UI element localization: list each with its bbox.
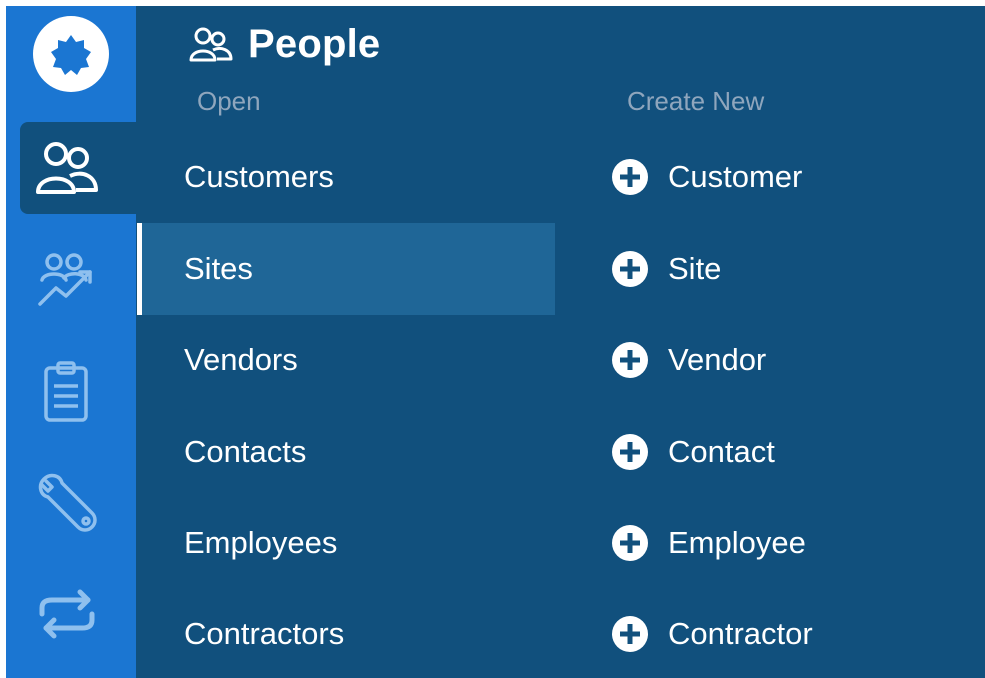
create-customer-label: Customer: [668, 159, 803, 194]
panel-header: People: [188, 22, 380, 67]
open-item-customers[interactable]: Customers: [137, 131, 555, 223]
create-employee-label: Employee: [668, 525, 806, 560]
open-item-employees[interactable]: Employees: [137, 497, 555, 589]
people-icon: [189, 27, 233, 61]
gear-logo-icon: [51, 35, 91, 75]
clipboard-icon: [44, 361, 88, 422]
open-item-sites[interactable]: Sites: [137, 223, 555, 315]
create-site-button[interactable]: Site: [612, 223, 721, 315]
people-chart-icon: [38, 253, 92, 306]
nav-rail: [6, 6, 144, 678]
create-site-label: Site: [668, 251, 722, 286]
create-contractor-label: Contractor: [668, 616, 813, 651]
app-logo[interactable]: [33, 16, 109, 92]
sync-icon: [39, 589, 95, 639]
create-contact-label: Contact: [668, 434, 775, 469]
create-new-heading: Create New: [627, 86, 765, 116]
plus-circle-icon: [612, 616, 648, 652]
nav-item-people-chart[interactable]: [20, 234, 138, 326]
panel-title: People: [248, 22, 381, 66]
open-item-contractors[interactable]: Contractors: [137, 588, 555, 678]
nav-item-people[interactable]: [20, 122, 144, 214]
open-heading: Open: [197, 86, 261, 116]
create-contact-button[interactable]: Contact: [612, 406, 775, 498]
create-vendor-button[interactable]: Vendor: [612, 314, 766, 406]
plus-circle-icon: [612, 342, 648, 378]
people-icon: [36, 142, 98, 194]
create-contractor-button[interactable]: Contractor: [612, 588, 813, 678]
create-vendor-label: Vendor: [668, 342, 767, 377]
open-item-contacts[interactable]: Contacts: [137, 406, 555, 498]
nav-item-wrench[interactable]: [20, 458, 138, 550]
open-item-vendors[interactable]: Vendors: [137, 314, 555, 406]
plus-circle-icon: [612, 159, 648, 195]
wrench-icon: [38, 473, 97, 532]
create-customer-button[interactable]: Customer: [612, 131, 802, 223]
menu-frame: People Open Create New Customers Sites V…: [6, 6, 985, 678]
nav-item-sync[interactable]: [20, 568, 138, 660]
plus-circle-icon: [612, 525, 648, 561]
plus-circle-icon: [612, 434, 648, 470]
plus-circle-icon: [612, 251, 648, 287]
create-employee-button[interactable]: Employee: [612, 497, 806, 589]
nav-item-clipboard[interactable]: [20, 346, 138, 438]
